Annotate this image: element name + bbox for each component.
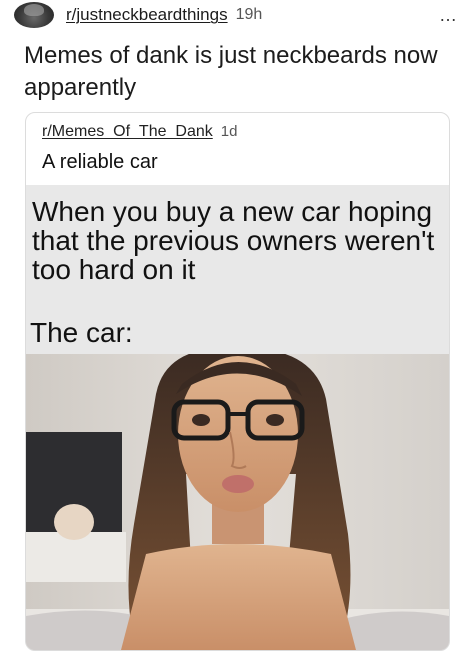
crosspost-card[interactable]: r/Memes_Of_The_Dank 1d A reliable car Wh… <box>25 112 450 651</box>
crosspost-title[interactable]: A reliable car <box>42 151 158 174</box>
lips-shape <box>222 475 254 493</box>
crosspost-age: 1d <box>220 123 238 140</box>
subreddit-avatar[interactable] <box>14 2 54 28</box>
crosspost-header: r/Memes_Of_The_Dank 1d <box>42 123 237 141</box>
subreddit-link[interactable]: r/justneckbeardthings <box>66 5 228 25</box>
more-options-icon[interactable]: … <box>439 6 458 24</box>
meme-image[interactable]: When you buy a new car hoping that the p… <box>26 185 449 650</box>
vase-shape <box>54 504 94 540</box>
photo-illustration <box>26 354 449 650</box>
post-title[interactable]: Memes of dank is just neckbeards now app… <box>24 40 464 104</box>
post-header: r/justneckbeardthings 19h … <box>14 2 460 28</box>
crosspost-subreddit-link[interactable]: r/Memes_Of_The_Dank <box>42 123 213 141</box>
meme-photo <box>26 354 449 650</box>
post-age: 19h <box>235 6 263 23</box>
meme-text: When you buy a new car hoping that the p… <box>32 196 435 285</box>
meme-caption: The car: <box>30 317 133 348</box>
